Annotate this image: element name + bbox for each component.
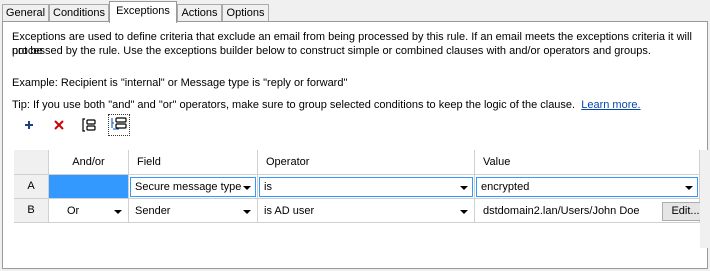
- ungroup-icon[interactable]: [108, 114, 130, 136]
- chevron-down-icon: [114, 210, 122, 214]
- andor-value-b: Or: [67, 205, 80, 217]
- field-dropdown-b[interactable]: Sender: [130, 201, 256, 221]
- chevron-down-icon: [460, 186, 468, 190]
- field-value-b: Sender: [135, 205, 171, 217]
- operator-dropdown-b[interactable]: is AD user: [259, 201, 473, 221]
- column-header-value: Value: [475, 150, 700, 175]
- tab-exceptions[interactable]: Exceptions: [109, 1, 177, 23]
- column-header-andor: And/or: [49, 150, 129, 175]
- operator-cell-b: is AD user: [258, 199, 475, 223]
- operator-cell-a: is: [258, 175, 475, 199]
- row-id-a[interactable]: A: [14, 175, 49, 199]
- learn-more-link[interactable]: Learn more.: [581, 99, 640, 111]
- group-icon[interactable]: [78, 114, 100, 136]
- row-id-b[interactable]: B: [14, 199, 49, 223]
- field-value-a: Secure message type: [135, 181, 242, 193]
- value-cell-a: encrypted: [475, 175, 700, 199]
- field-cell-b: Sender: [129, 199, 258, 223]
- value-value-b: dstdomain2.lan/Users/John Doe: [483, 205, 640, 217]
- tab-strip: General Conditions Exceptions Actions Op…: [0, 0, 710, 23]
- value-dropdown-a[interactable]: encrypted: [476, 177, 698, 197]
- tip-text: Tip: If you use both "and" and "or" oper…: [12, 98, 702, 112]
- operator-dropdown-a[interactable]: is: [259, 177, 473, 197]
- chevron-down-icon: [243, 210, 251, 214]
- exceptions-grid: And/or Field Operator Value A Secure mes…: [14, 150, 710, 250]
- chevron-down-icon: [243, 186, 251, 190]
- plus-icon[interactable]: [18, 114, 40, 136]
- chevron-down-icon: [460, 210, 468, 214]
- description-line-2: processed by the rule. Use the exception…: [12, 45, 651, 57]
- field-cell-a: Secure message type: [129, 175, 258, 199]
- tab-actions[interactable]: Actions: [177, 4, 222, 22]
- grid-scrollbar[interactable]: [700, 150, 710, 248]
- column-header-field: Field: [129, 150, 258, 175]
- example-text: Example: Recipient is "internal" or Mess…: [12, 77, 348, 89]
- operator-value-a: is: [264, 181, 272, 193]
- tab-conditions[interactable]: Conditions: [49, 4, 109, 22]
- column-header-operator: Operator: [258, 150, 475, 175]
- tab-general[interactable]: General: [2, 4, 49, 22]
- andor-dropdown-b[interactable]: Or: [50, 201, 127, 221]
- tab-options[interactable]: Options: [222, 4, 269, 22]
- andor-cell-a[interactable]: [49, 175, 129, 199]
- chevron-down-icon: [685, 186, 693, 190]
- operator-value-b: is AD user: [264, 205, 315, 217]
- andor-cell-b: Or: [49, 199, 129, 223]
- x-icon[interactable]: [48, 114, 70, 136]
- field-dropdown-a[interactable]: Secure message type: [130, 177, 256, 197]
- row-header-corner: [14, 150, 49, 175]
- value-cell-b: dstdomain2.lan/Users/John Doe Edit...: [475, 199, 709, 223]
- tip-label: Tip: If you use both "and" and "or" oper…: [12, 99, 576, 111]
- value-value-a: encrypted: [481, 181, 530, 193]
